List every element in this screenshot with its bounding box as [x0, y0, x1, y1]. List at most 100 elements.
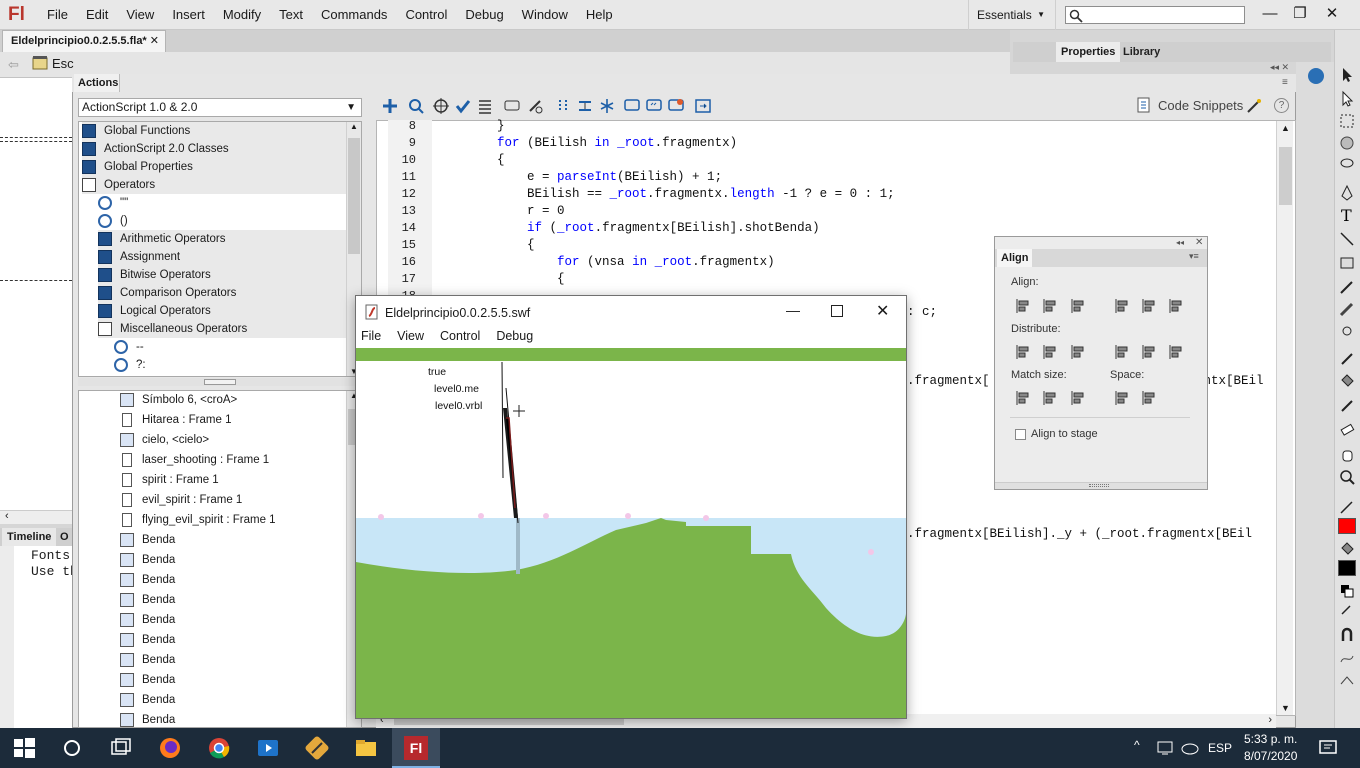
app-icon[interactable]	[305, 736, 329, 760]
align-right-icon[interactable]	[1070, 298, 1086, 314]
hand-tool-icon[interactable]	[1338, 446, 1356, 464]
distribute-right-icon[interactable]	[1168, 344, 1184, 360]
panel-menu-icon[interactable]: ▾≡	[1189, 251, 1199, 262]
eyedropper-icon[interactable]	[1338, 396, 1356, 414]
fill-color-swatch[interactable]	[1338, 560, 1356, 576]
check-syntax-icon[interactable]	[455, 98, 471, 114]
file-explorer-icon[interactable]	[354, 736, 378, 760]
search-input[interactable]	[1065, 6, 1245, 24]
tab-timeline[interactable]: Timeline	[2, 528, 57, 546]
menu-debug[interactable]: Debug	[456, 0, 512, 30]
black-white-icon[interactable]	[1338, 582, 1356, 600]
back-arrow-icon[interactable]: ⇦	[8, 57, 19, 73]
swap-colors-icon[interactable]	[1338, 602, 1356, 620]
tab-output[interactable]: O	[60, 528, 69, 546]
zoom-tool-icon[interactable]	[1338, 468, 1356, 486]
cloud-icon[interactable]	[1180, 740, 1200, 756]
collapse-panel-icon[interactable]: ◂◂ ✕	[1270, 62, 1289, 73]
toolbox-item[interactable]: Global Functions	[82, 122, 346, 140]
swf-close-button[interactable]: ✕	[876, 301, 889, 321]
navigator-item[interactable]: Benda	[120, 551, 344, 569]
debug-options-icon[interactable]	[527, 98, 543, 114]
rectangle-tool-icon[interactable]	[1338, 254, 1356, 272]
panel-resize-handle[interactable]	[995, 482, 1207, 489]
menu-insert[interactable]: Insert	[163, 0, 214, 30]
distribute-bottom-icon[interactable]	[1070, 344, 1086, 360]
distribute-vcenter-icon[interactable]	[1042, 344, 1058, 360]
menu-help[interactable]: Help	[577, 0, 622, 30]
toolbox-item[interactable]: ?:	[114, 356, 346, 374]
stroke-color-icon[interactable]	[1338, 498, 1356, 516]
toolbox-item[interactable]: Assignment	[98, 248, 346, 266]
navigator-item[interactable]: spirit : Frame 1	[120, 471, 344, 489]
navigator-item[interactable]: cielo, <cielo>	[120, 431, 344, 449]
remove-comment-icon[interactable]	[668, 98, 684, 114]
script-assist-icon[interactable]	[1246, 98, 1262, 114]
navigator-item[interactable]: flying_evil_spirit : Frame 1	[120, 511, 344, 529]
distribute-hcenter-icon[interactable]	[1141, 344, 1157, 360]
navigator-item[interactable]: Símbolo 6, <croA>	[120, 391, 344, 409]
stage-horizontal-scrollbar[interactable]: ‹	[0, 510, 72, 524]
navigator-item[interactable]: Benda	[120, 671, 344, 689]
workspace-switcher[interactable]: Essentials ▼	[968, 0, 1056, 30]
lasso-icon[interactable]	[1338, 156, 1356, 174]
apply-line-comment-icon[interactable]	[646, 98, 662, 114]
find-icon[interactable]	[408, 98, 424, 114]
menu-view[interactable]: View	[117, 0, 163, 30]
eraser-icon[interactable]	[1338, 420, 1356, 438]
tab-properties[interactable]: Properties	[1056, 42, 1121, 62]
toolbox-item[interactable]: Logical Operators	[98, 302, 346, 320]
toolbox-item[interactable]: ActionScript 2.0 Classes	[82, 140, 346, 158]
subselection-tool-icon[interactable]	[1338, 90, 1356, 108]
toolbox-item[interactable]: Operators	[82, 176, 346, 194]
flash-app-icon[interactable]: Fl	[404, 736, 428, 760]
toolbox-item[interactable]: ""	[98, 194, 346, 212]
menu-window[interactable]: Window	[513, 0, 577, 30]
navigator-item[interactable]: Benda	[120, 591, 344, 609]
checkbox-box[interactable]	[1015, 428, 1026, 440]
menu-file[interactable]: File	[38, 0, 77, 30]
swf-menu-file[interactable]: File	[361, 329, 381, 343]
chrome-icon[interactable]	[207, 736, 231, 760]
align-left-icon[interactable]	[1015, 298, 1031, 314]
navigator-item[interactable]: laser_shooting : Frame 1	[120, 451, 344, 469]
close-button[interactable]: ✕	[1316, 0, 1348, 30]
document-tab[interactable]: Eldelprincipio0.0.2.5.5.fla* ✕	[2, 30, 166, 52]
pen-tool-icon[interactable]	[1338, 184, 1356, 202]
bone-tool-icon[interactable]	[1338, 350, 1356, 368]
windows-start-icon[interactable]	[12, 736, 36, 760]
fill-color-icon[interactable]	[1338, 540, 1356, 558]
distribute-left-icon[interactable]	[1114, 344, 1130, 360]
straighten-icon[interactable]	[1338, 672, 1356, 690]
paint-bucket-icon[interactable]	[1338, 372, 1356, 390]
distribute-top-icon[interactable]	[1015, 344, 1031, 360]
toolbox-item[interactable]: Arithmetic Operators	[98, 230, 346, 248]
toolbox-splitter[interactable]	[78, 378, 362, 386]
minimize-button[interactable]: —	[1254, 0, 1286, 30]
navigator-item[interactable]: Benda	[120, 611, 344, 629]
language-indicator[interactable]: ESP	[1208, 741, 1232, 755]
swf-game-canvas[interactable]: true level0.me level0.vrbl	[356, 348, 906, 718]
search-circle-icon[interactable]	[60, 736, 84, 760]
navigator-item[interactable]: Benda	[120, 531, 344, 549]
add-script-item-icon[interactable]	[382, 98, 398, 114]
collapse-between-braces-icon[interactable]	[555, 98, 571, 114]
brush-tool-icon[interactable]	[1338, 300, 1356, 318]
code-hint-icon[interactable]	[504, 98, 520, 114]
restore-button[interactable]: ❐	[1284, 0, 1316, 30]
tab-align[interactable]: Align	[997, 249, 1032, 267]
actions-panel-tab[interactable]: Actions	[74, 74, 120, 92]
notifications-icon[interactable]	[1318, 739, 1338, 757]
selection-tool-icon[interactable]	[1338, 66, 1356, 84]
align-vcenter-icon[interactable]	[1141, 298, 1157, 314]
snap-magnet-icon[interactable]	[1338, 626, 1356, 644]
menu-modify[interactable]: Modify	[214, 0, 270, 30]
clock[interactable]: 5:33 p. m. 8/07/2020	[1244, 731, 1297, 765]
swf-menu-view[interactable]: View	[397, 329, 424, 343]
free-transform-icon[interactable]	[1338, 112, 1356, 130]
menu-control[interactable]: Control	[396, 0, 456, 30]
match-height-icon[interactable]	[1042, 390, 1058, 406]
insert-target-path-icon[interactable]	[433, 98, 449, 114]
menu-edit[interactable]: Edit	[77, 0, 117, 30]
line-tool-icon[interactable]	[1338, 230, 1356, 248]
